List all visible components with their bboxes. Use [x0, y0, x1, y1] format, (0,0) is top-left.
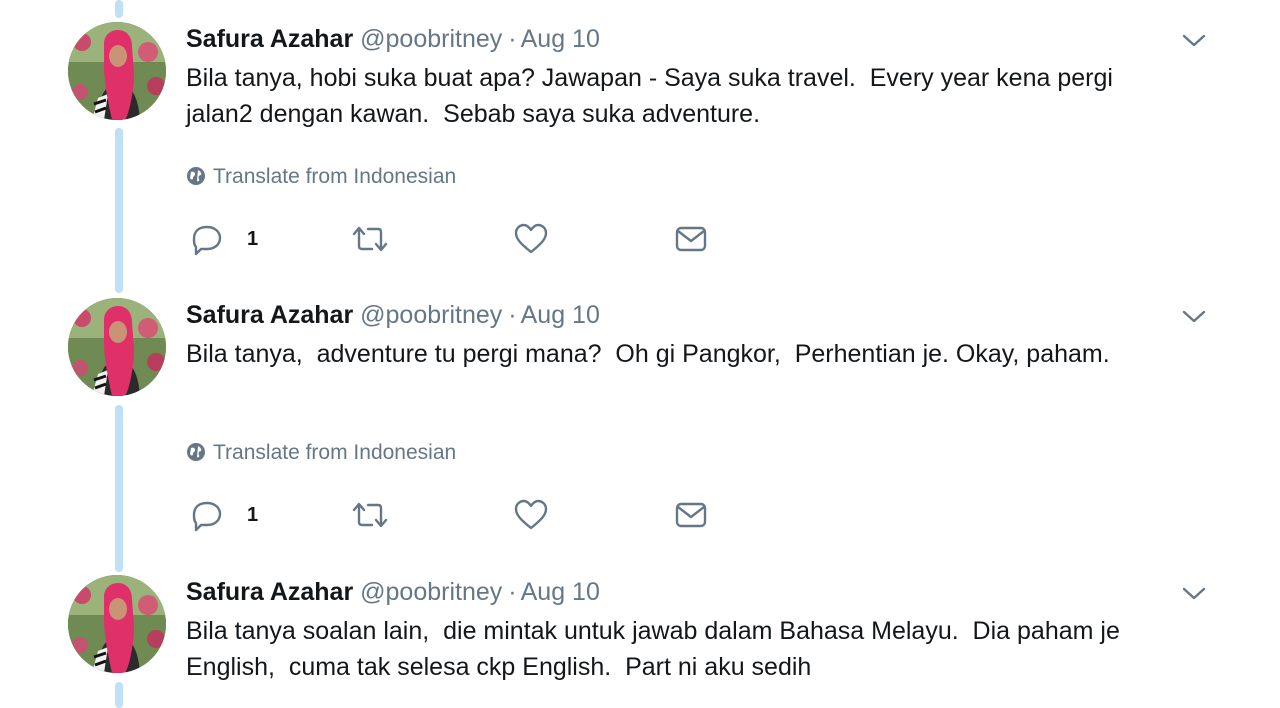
- separator-dot: ·: [508, 301, 517, 329]
- globe-icon: [187, 167, 205, 185]
- direct-message-button[interactable]: [674, 222, 714, 256]
- reply-button[interactable]: 1: [186, 498, 266, 532]
- envelope-icon: [675, 226, 707, 252]
- avatar[interactable]: [68, 22, 166, 120]
- retweet-icon: [352, 502, 388, 528]
- author-handle[interactable]: @poobritney: [360, 301, 502, 329]
- more-options-button[interactable]: [1180, 30, 1208, 52]
- reply-count: 1: [247, 504, 259, 526]
- chevron-down-icon: [1182, 310, 1206, 323]
- tweet[interactable]: Safura Azahar @poobritney · Aug 10 Bila ta…: [0, 22, 1280, 298]
- avatar[interactable]: [68, 575, 166, 673]
- reply-icon: [192, 501, 222, 532]
- translate-link[interactable]: Translate from Indonesian: [186, 162, 456, 192]
- author-handle[interactable]: @poobritney: [360, 25, 502, 53]
- separator-dot: ·: [508, 25, 517, 53]
- retweet-button[interactable]: [350, 498, 390, 532]
- tweet-header: Safura Azahar @poobritney · Aug 10: [186, 575, 600, 609]
- translate-label: Translate from Indonesian: [213, 441, 457, 464]
- tweet-text: Bila tanya soalan lain, die mintak untuk…: [186, 617, 1127, 681]
- like-button[interactable]: [512, 498, 552, 532]
- profile-photo-icon: [68, 22, 166, 120]
- tweet-header: Safura Azahar @poobritney · Aug 10: [186, 22, 600, 56]
- more-options-button[interactable]: [1180, 306, 1208, 328]
- conversation-thread: Safura Azahar @poobritney · Aug 10 Bila ta…: [0, 0, 1280, 708]
- more-options-button[interactable]: [1180, 583, 1208, 605]
- tweet[interactable]: Safura Azahar @poobritney · Aug 10 Bila ta…: [0, 298, 1280, 574]
- tweet-date[interactable]: Aug 10: [521, 578, 600, 606]
- globe-icon: [187, 443, 205, 461]
- envelope-icon: [675, 502, 707, 528]
- profile-photo-icon: [68, 575, 166, 673]
- heart-icon: [514, 499, 548, 530]
- tweet-date[interactable]: Aug 10: [521, 301, 600, 329]
- retweet-icon: [352, 226, 388, 252]
- thread-connector-line: [115, 0, 123, 18]
- retweet-button[interactable]: [350, 222, 390, 256]
- avatar[interactable]: [68, 298, 166, 396]
- like-button[interactable]: [512, 222, 552, 256]
- heart-icon: [514, 223, 548, 254]
- author-name[interactable]: Safura Azahar: [186, 578, 353, 606]
- author-handle[interactable]: @poobritney: [360, 578, 502, 606]
- reply-button[interactable]: 1: [186, 222, 266, 256]
- chevron-down-icon: [1182, 34, 1206, 47]
- reply-count: 1: [247, 228, 259, 250]
- tweet-text: Bila tanya, adventure tu pergi mana? Oh …: [186, 340, 1110, 368]
- separator-dot: ·: [508, 578, 517, 606]
- translate-label: Translate from Indonesian: [213, 165, 457, 188]
- tweet-header: Safura Azahar @poobritney · Aug 10: [186, 298, 600, 332]
- direct-message-button[interactable]: [674, 498, 714, 532]
- profile-photo-icon: [68, 298, 166, 396]
- reply-icon: [192, 225, 222, 256]
- tweet-text: Bila tanya, hobi suka buat apa? Jawapan …: [186, 64, 1120, 128]
- translate-link[interactable]: Translate from Indonesian: [186, 438, 456, 468]
- tweet[interactable]: Safura Azahar @poobritney · Aug 10 Bila ta…: [0, 575, 1280, 708]
- chevron-down-icon: [1182, 587, 1206, 600]
- author-name[interactable]: Safura Azahar: [186, 25, 353, 53]
- tweet-date[interactable]: Aug 10: [521, 25, 600, 53]
- author-name[interactable]: Safura Azahar: [186, 301, 353, 329]
